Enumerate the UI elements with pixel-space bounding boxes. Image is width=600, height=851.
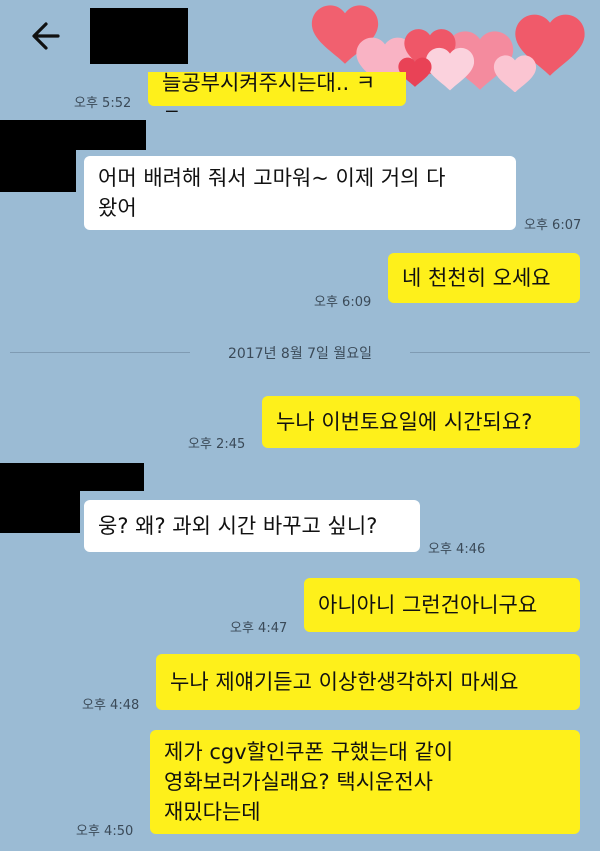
message-time: 오후 4:47	[230, 621, 288, 636]
outgoing-message[interactable]: 누나 이번토요일에 시간되요?	[262, 396, 580, 448]
message-time: 오후 6:07	[524, 218, 582, 233]
date-divider-line	[410, 352, 590, 353]
redacted-avatar	[0, 120, 76, 192]
message-time: 오후 5:52	[74, 96, 132, 111]
redacted-contact-name	[90, 8, 188, 64]
outgoing-message[interactable]: 누나 제얘기듣고 이상한생각하지 마세요	[156, 654, 580, 710]
message-time: 오후 4:50	[76, 824, 134, 839]
arrow-left-icon[interactable]	[28, 18, 68, 54]
redacted-avatar	[0, 463, 80, 533]
outgoing-message[interactable]: 아니아니 그런건아니구요	[304, 578, 580, 632]
outgoing-message[interactable]: 늘공부시켜주시는대.. ㅋㅋ	[148, 72, 406, 112]
outgoing-message[interactable]: 네 천천히 오세요	[388, 253, 580, 303]
message-time: 오후 4:46	[428, 542, 486, 557]
date-divider: 2017년 8월 7일 월요일	[227, 346, 373, 362]
redacted-sender-name	[76, 120, 146, 150]
outgoing-message[interactable]: 제가 cgv할인쿠폰 구했는대 같이 영화보러가실래요? 택시운전사 재밌다는데	[150, 730, 580, 834]
incoming-message[interactable]: 웅? 왜? 과외 시간 바꾸고 싶니?	[84, 500, 420, 552]
incoming-message[interactable]: 어머 배려해 줘서 고마워~ 이제 거의 다 왔어	[84, 156, 516, 230]
message-time: 오후 4:48	[82, 698, 140, 713]
message-time: 오후 2:45	[188, 437, 246, 452]
message-time: 오후 6:09	[314, 295, 372, 310]
redacted-sender-name	[80, 463, 144, 491]
